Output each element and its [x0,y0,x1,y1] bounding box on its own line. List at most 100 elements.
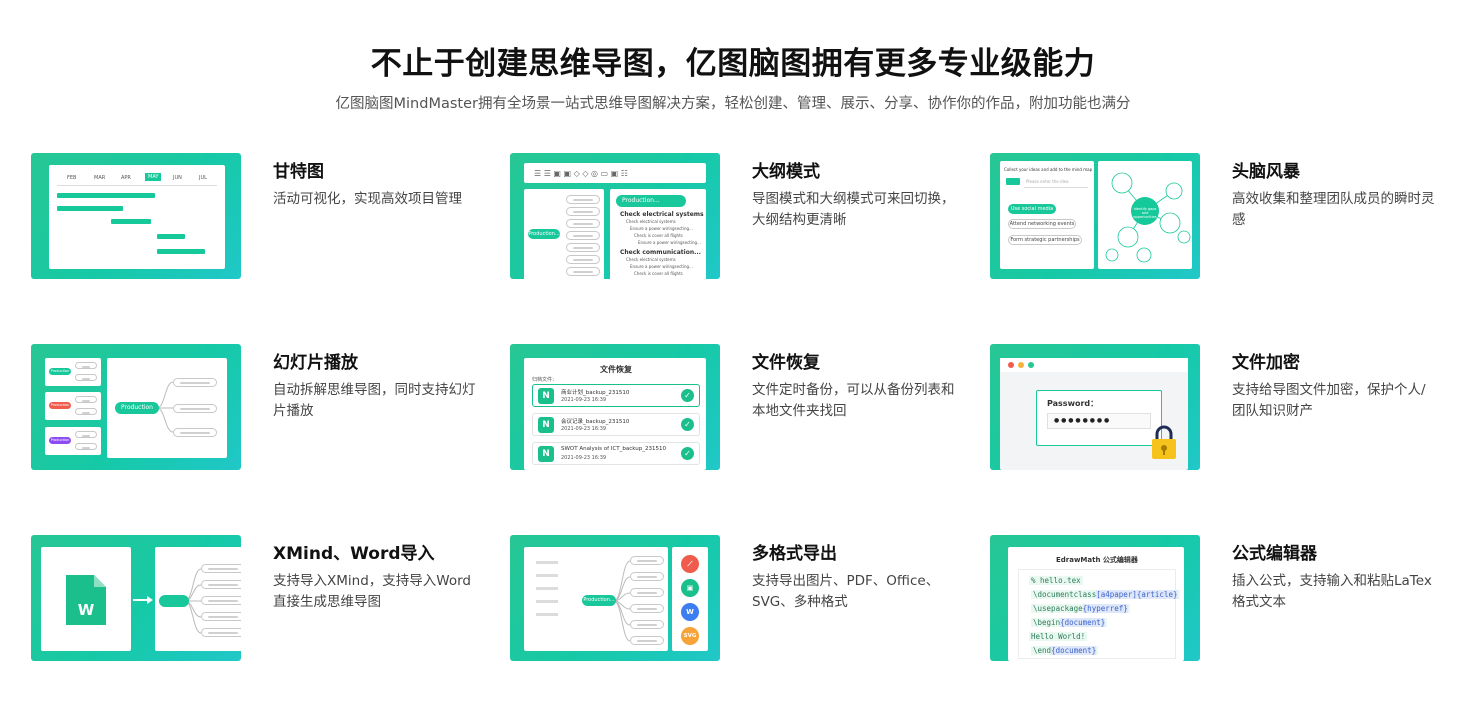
feature-desc: 导图模式和大纲模式可来回切换，大纲结构更清晰 [752,191,955,228]
slide-thumb: Production [45,427,101,455]
add-idea-button[interactable] [1006,178,1020,185]
word-doc-panel: W [41,547,131,651]
outline-item: Check electrical systems [620,211,704,218]
file-name: 商业计划_backup_231510 [561,390,630,396]
mindmaster-file-icon: N [538,417,554,433]
feature-title: 幻灯片播放 [273,353,358,373]
feature-card-formula[interactable]: EdrawMath 公式编辑器 % hello.tex \documentcla… [990,535,1440,663]
gantt-bar [57,206,123,211]
svg-export-icon[interactable]: SVG [681,627,699,645]
slide-node: Production [49,437,71,444]
gantt-bar [157,249,205,254]
arrow-right-icon [133,596,153,604]
recovery-thumbnail: 文件恢复 归档文件： N 商业计划_backup_231510 2021-09-… [510,344,720,470]
mindmaster-file-icon: N [538,388,554,404]
recovery-file-row[interactable]: N SWOT Analysis of ICT_backup_231510 202… [532,442,700,465]
bubble-center-label: Identify gaps and opportunities [1133,207,1157,219]
feature-card-import[interactable]: W XMind、Word导入 支持导入XMind，支持导入Word直接生成思维导… [31,535,481,663]
word-export-icon[interactable]: W [681,603,699,621]
outline-subitem: Ensure a power wiringsecting... [638,240,701,245]
feature-card-encrypt[interactable]: Password： ● ● ● ● ● ● ● ● 文件加密 支持给导图文件加密… [990,344,1440,472]
password-mask: ● ● ● ● ● ● ● ● [1054,417,1110,424]
slide-node: Production [49,368,71,375]
outline-subitem: Ensure a power wiringsecting... [630,264,693,269]
gantt-month-active: MAY [145,173,162,181]
file-name: 会议记录_backup_231510 [561,419,630,425]
feature-title: 公式编辑器 [1232,544,1317,564]
outline-subitem: Check is cover all flights [634,271,683,276]
code-line: \documentclass[a4paper]{article} [1031,590,1180,599]
latex-code-area[interactable]: % hello.tex \documentclass[a4paper]{arti… [1018,569,1180,659]
password-field[interactable]: ● ● ● ● ● ● ● ● [1047,413,1151,429]
recovery-file-row[interactable]: N 会议记录_backup_231510 2021-09-23 16:39 ✓ [532,413,700,436]
formula-thumbnail: EdrawMath 公式编辑器 % hello.tex \documentcla… [990,535,1200,661]
feature-desc: 插入公式，支持输入和粘贴LaTex格式文本 [1232,573,1432,610]
formula-editor-title: EdrawMath 公式编辑器 [1056,556,1138,564]
export-root-node: Production... [582,595,616,606]
pdf-export-icon[interactable]: ⟋ [681,555,699,573]
feature-card-outline[interactable]: ☰ ☰ ▣ ▣ ◇ ◇ ◎ ▭ ▣ ☷ Production... Produc… [510,153,960,281]
recovery-dialog-title: 文件恢复 [600,365,632,374]
feature-title: 文件加密 [1232,353,1300,373]
word-letter: W [77,601,95,619]
gantt-month: JUN [173,175,182,181]
recovery-file-row[interactable]: N 商业计划_backup_231510 2021-09-23 16:39 ✓ [532,384,700,407]
bubble-map-panel: Identify gaps and opportunities [1098,161,1192,269]
feature-title: 大纲模式 [752,162,820,182]
page-subtitle: 亿图脑图MindMaster拥有全场景一站式思维导图解决方案，轻松创建、管理、展… [335,96,1131,112]
feature-title: 甘特图 [273,162,324,182]
idea-item: Form strategic partnerships [1008,235,1082,245]
feature-title: 多格式导出 [752,544,837,564]
slide-thumb: Production [45,392,101,420]
outline-thumbnail: ☰ ☰ ▣ ▣ ◇ ◇ ◎ ▭ ▣ ☷ Production... Produc… [510,153,720,279]
feature-desc: 文件定时备份，可以从备份列表和本地文件夹找回 [752,382,955,419]
password-label: Password： [1047,399,1099,408]
outline-root-node: Production... [528,229,560,239]
file-time: 2021-09-23 16:39 [561,397,607,403]
code-line: \usepackage{hyperref} [1031,604,1130,613]
idea-item: Attend networking events [1008,219,1076,229]
feature-title: 头脑风暴 [1232,162,1300,182]
window-max-dot [1028,362,1034,368]
file-time: 2021-09-23 16:39 [561,455,607,461]
feature-card-brainstorm[interactable]: Collect your ideas and add to the mind m… [990,153,1440,281]
feature-card-export[interactable]: Production... ⟋ ▣ W SVG 多格式导出 支持导出图片、PDF… [510,535,960,663]
brainstorm-thumbnail: Collect your ideas and add to the mind m… [990,153,1200,279]
gantt-thumbnail: FEB MAR APR MAY JUN JUL [31,153,241,279]
mindmap-result-panel [155,547,241,651]
feature-desc: 支持给导图文件加密，保护个人/团队知识财产 [1232,382,1426,419]
slide-thumb: Production [45,358,101,386]
feature-title: XMind、Word导入 [273,544,435,564]
feature-title: 文件恢复 [752,353,820,373]
check-icon: ✓ [681,447,694,460]
mindmaster-file-icon: N [538,446,554,462]
gantt-month: APR [121,175,131,181]
window-close-dot [1008,362,1014,368]
slides-thumbnail: Production Production Production Product… [31,344,241,470]
recovery-label: 归档文件： [532,377,558,383]
image-export-icon[interactable]: ▣ [681,579,699,597]
export-format-panel: ⟋ ▣ W SVG [672,547,708,651]
feature-desc: 自动拆解思维导图，同时支持幻灯片播放 [273,382,476,419]
outline-item: Check communication... [620,249,701,256]
idea-prompt: Collect your ideas and add to the mind m… [1004,167,1093,172]
outline-subitem: Check electrical systems [626,219,676,224]
idea-input[interactable]: Please enter the idea [1026,179,1069,184]
outline-root-item: Production... [616,195,686,207]
code-line: % hello.tex [1029,576,1083,585]
export-mindmap-panel: Production... [524,547,668,651]
import-thumbnail: W [31,535,241,661]
outline-subitem: Check electrical systems [626,257,676,262]
feature-card-gantt[interactable]: FEB MAR APR MAY JUN JUL 甘特图 活动可视化，实现高效项目… [31,153,481,281]
feature-desc: 支持导出图片、PDF、Office、SVG、多种格式 [752,573,940,610]
feature-card-recovery[interactable]: 文件恢复 归档文件： N 商业计划_backup_231510 2021-09-… [510,344,960,472]
password-dialog: Password： ● ● ● ● ● ● ● ● [1036,390,1162,446]
window-min-dot [1018,362,1024,368]
mindmap-panel: Production... [524,189,604,279]
toolbar-icons: ☰ ☰ ▣ ▣ ◇ ◇ ◎ ▭ ▣ ☷ [534,169,628,178]
feature-card-slides[interactable]: Production Production Production Product… [31,344,481,472]
feature-desc: 高效收集和整理团队成员的瞬时灵感 [1232,191,1435,228]
gantt-month: JUL [199,175,207,181]
slide-center-node: Production [115,402,159,414]
outline-subitem: Check is cover all flights [634,233,683,238]
